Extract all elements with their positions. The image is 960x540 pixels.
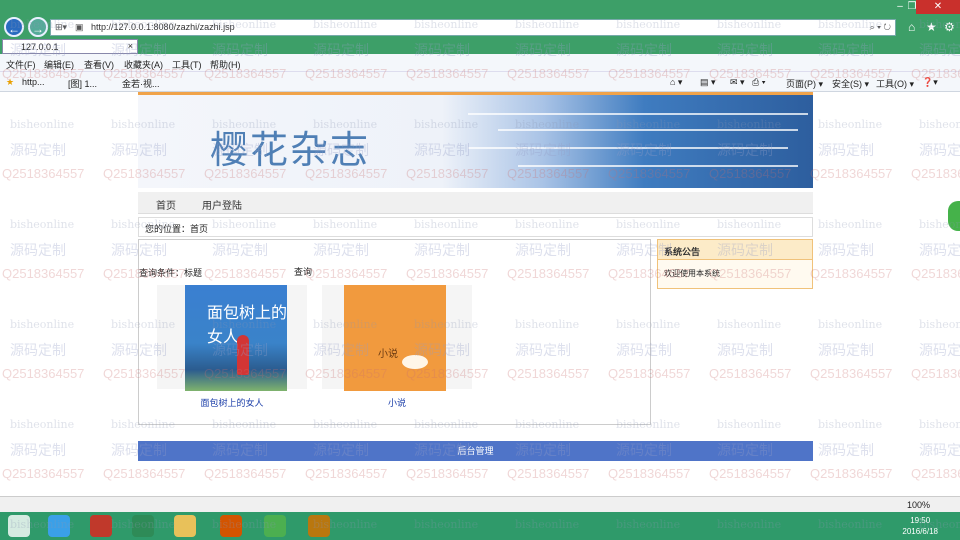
announcement-box: 系统公告 欢迎使用本系统 [657,239,813,289]
book-cover[interactable]: 小说 [344,285,446,391]
book-cover[interactable]: 面包树上的女人 [185,285,287,391]
book-card[interactable]: 小说 小说 [322,285,472,408]
site-banner: 樱花杂志 [138,92,813,188]
start-button[interactable] [2,515,36,537]
safety-menu[interactable]: 安全(S) ▾ [832,77,869,90]
windows-taskbar: 19:50 2016/6/18 [0,512,960,540]
clock-date: 2016/6/18 [902,527,938,536]
favorites-star-icon[interactable]: ★ [6,77,14,88]
nav-home[interactable]: 首页 [156,197,176,212]
browser-titlebar: ← → ⊞▾ ▣ http://127.0.0.1:8080/zazhi/zaz… [0,0,960,38]
fav-item-3[interactable]: 金若·视... [122,77,160,90]
clock-time: 19:50 [910,516,931,525]
tools-menu[interactable]: 工具(O) ▾ [876,77,914,90]
feeds-tool-icon[interactable]: ▤ ▾ [700,77,716,88]
app-taskbar-icon[interactable] [126,515,160,537]
book-taskbar-icon[interactable] [302,515,336,537]
java-taskbar-icon[interactable] [214,515,248,537]
menu-bar: 文件(F) 编辑(E) 查看(V) 收藏夹(A) 工具(T) 帮助(H) [0,54,960,72]
tab-title: 127.0.0.1 [21,42,59,52]
app-taskbar-icon[interactable] [258,515,292,537]
favorites-star-icon[interactable]: ★ [926,20,937,34]
system-clock[interactable]: 19:50 2016/6/18 [902,515,938,537]
back-button[interactable]: ← [4,17,24,37]
status-bar: 100% [0,496,960,512]
fav-item-2[interactable]: [图] 1... [68,77,97,90]
explorer-taskbar-icon[interactable] [168,515,202,537]
zoom-level[interactable]: 100% [907,500,930,510]
web-page: 樱花杂志 首页 用户登陆 您的位置：首页 查询条件：标题 查询 面包树上的女人 … [0,92,960,496]
menu-view[interactable]: 查看(V) [84,58,114,71]
url-text: http://127.0.0.1:8080/zazhi/zazhi.jsp [91,22,235,32]
address-bar[interactable]: ⊞▾ ▣ http://127.0.0.1:8080/zazhi/zazhi.j… [50,19,896,36]
menu-file[interactable]: 文件(F) [6,58,36,71]
page-icon: ⊞▾ [55,22,68,32]
mail-tool-icon[interactable]: ✉ ▾ [730,77,745,88]
browser-tab[interactable]: 127.0.0.1 × [2,39,138,54]
side-float-widget[interactable] [948,201,960,231]
home-icon[interactable]: ⌂ [908,20,915,34]
announcement-title: 系统公告 [658,240,812,260]
tab-close-icon[interactable]: × [128,41,133,51]
menu-favorites[interactable]: 收藏夹(A) [124,58,163,71]
cover-title: 小说 [378,349,398,360]
admin-footer-link[interactable]: 后台管理 [138,441,813,461]
menu-tools[interactable]: 工具(T) [172,58,202,71]
fav-item-1[interactable]: http... [22,77,45,87]
settings-gear-icon[interactable]: ⚙ [944,20,955,34]
book-title-link[interactable]: 小说 [322,396,472,409]
announcement-text: 欢迎使用本系统 [664,269,720,278]
close-window-button[interactable]: ✕ [916,0,960,14]
nav-login[interactable]: 用户登陆 [202,197,242,212]
menu-edit[interactable]: 编辑(E) [44,58,74,71]
app-taskbar-icon[interactable] [84,515,118,537]
tab-strip: 127.0.0.1 × [0,38,960,54]
home-tool-icon[interactable]: ⌂ ▾ [670,77,682,88]
forward-button[interactable]: → [28,17,48,37]
book-card[interactable]: 面包树上的女人 面包树上的女人 [157,285,307,408]
favorites-bar: ★ http... [图] 1... 金若·视... ⌂ ▾ ▤ ▾ ✉ ▾ ⎙… [0,72,960,92]
print-tool-icon[interactable]: ⎙ ▾ [752,77,765,88]
site-title: 樱花杂志 [210,128,371,172]
favicon-icon: ▣ [75,22,84,32]
search-refresh-icon[interactable]: ⌕ ▾ ↻ [870,22,891,33]
book-list-panel: 查询条件：标题 查询 面包树上的女人 面包树上的女人 小说 小说 [138,239,651,425]
query-button[interactable]: 查询 [294,265,312,278]
site-nav: 首页 用户登陆 [138,192,813,214]
query-label: 查询条件：标题 [139,268,203,278]
breadcrumb: 您的位置：首页 [138,217,813,237]
book-title-link[interactable]: 面包树上的女人 [157,396,307,409]
ie-taskbar-icon[interactable] [42,515,76,537]
page-menu[interactable]: 页面(P) ▾ [786,77,823,90]
help-icon[interactable]: ❓▾ [922,77,938,88]
menu-help[interactable]: 帮助(H) [210,58,241,71]
